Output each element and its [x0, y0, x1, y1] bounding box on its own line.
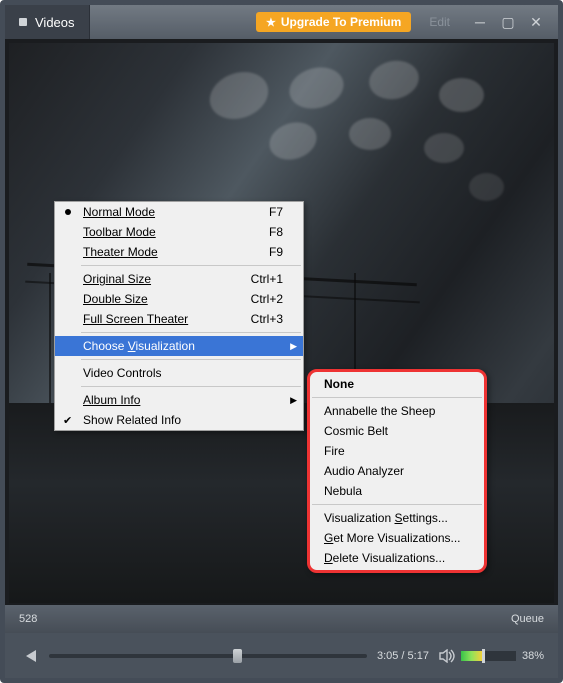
bokeh-light [424, 133, 464, 163]
titlebar: Videos ★ Upgrade To Premium Edit ─ ▢ ✕ [5, 5, 558, 39]
shortcut: F7 [269, 205, 283, 219]
volume-icon[interactable] [439, 649, 455, 663]
submenu-label: Fire [324, 444, 345, 458]
submenu-item-none[interactable]: None [310, 374, 484, 394]
radio-selected-icon [65, 209, 71, 215]
menu-item-full-screen-theater[interactable]: Full Screen Theater Ctrl+3 [55, 309, 303, 329]
tab-videos[interactable]: Videos [5, 5, 90, 39]
shortcut: Ctrl+1 [251, 272, 283, 286]
check-icon: ✔ [63, 414, 72, 427]
prev-icon [22, 650, 36, 662]
menu-separator [312, 397, 482, 398]
menu-item-double-size[interactable]: Double Size Ctrl+2 [55, 289, 303, 309]
submenu-label: Audio Analyzer [324, 464, 404, 478]
submenu-item-annabelle[interactable]: Annabelle the Sheep [310, 401, 484, 421]
close-button[interactable]: ✕ [522, 11, 550, 33]
menu-item-choose-visualization[interactable]: Choose Visualization ▶ [55, 336, 303, 356]
seek-bar[interactable] [49, 647, 367, 665]
menu-label: Toolbar Mode [83, 225, 156, 239]
bokeh-light [366, 56, 423, 104]
shortcut: F8 [269, 225, 283, 239]
submenu-label: Nebula [324, 484, 362, 498]
volume-fill [461, 651, 482, 661]
menu-separator [81, 359, 301, 360]
menu-label: Choose Visualization [83, 339, 195, 353]
seek-knob[interactable] [233, 649, 242, 663]
volume-percent: 38% [522, 650, 544, 662]
maximize-button[interactable]: ▢ [494, 11, 522, 33]
menu-label: Theater Mode [83, 245, 158, 259]
context-menu: Normal Mode F7 Toolbar Mode F8 Theater M… [54, 201, 304, 431]
app-window: Videos ★ Upgrade To Premium Edit ─ ▢ ✕ [0, 0, 563, 683]
submenu-label: Annabelle the Sheep [324, 404, 435, 418]
shortcut: Ctrl+2 [251, 292, 283, 306]
seek-track [49, 654, 367, 658]
submenu-arrow-icon: ▶ [290, 395, 297, 406]
submenu-label: None [324, 377, 354, 391]
menu-label: Video Controls [83, 366, 162, 380]
menu-item-show-related-info[interactable]: ✔ Show Related Info [55, 410, 303, 430]
submenu-arrow-icon: ▶ [290, 341, 297, 352]
menu-item-album-info[interactable]: Album Info ▶ [55, 390, 303, 410]
submenu-label: Visualization Settings... [324, 511, 448, 525]
menu-label: Album Info [83, 393, 140, 407]
volume-row: 38% [439, 649, 544, 663]
volume-bar[interactable] [461, 651, 516, 661]
menu-separator [312, 504, 482, 505]
bokeh-light [469, 173, 504, 201]
submenu-label: Delete Visualizations... [324, 551, 445, 565]
shortcut: F9 [269, 245, 283, 259]
video-area[interactable]: Normal Mode F7 Toolbar Mode F8 Theater M… [5, 39, 558, 605]
submenu-item-nebula[interactable]: Nebula [310, 481, 484, 501]
menu-item-theater-mode[interactable]: Theater Mode F9 [55, 242, 303, 262]
queue-button[interactable]: Queue [511, 613, 544, 625]
submenu-label: Get More Visualizations... [324, 531, 461, 545]
bokeh-light [439, 78, 484, 112]
time-display: 3:05 / 5:17 [377, 650, 429, 662]
menu-separator [81, 332, 301, 333]
menu-item-video-controls[interactable]: Video Controls [55, 363, 303, 383]
menu-label: Double Size [83, 292, 148, 306]
menu-item-original-size[interactable]: Original Size Ctrl+1 [55, 269, 303, 289]
menu-label: Show Related Info [83, 413, 181, 427]
bottom-panel: 528 Queue 3:05 / 5:17 38% [5, 605, 558, 678]
menu-label: Original Size [83, 272, 151, 286]
minimize-button[interactable]: ─ [466, 11, 494, 33]
submenu-item-delete-visualizations[interactable]: Delete Visualizations... [310, 548, 484, 568]
shortcut: Ctrl+3 [251, 312, 283, 326]
bokeh-light [265, 116, 322, 165]
bokeh-light [285, 62, 348, 115]
upgrade-premium-button[interactable]: ★ Upgrade To Premium [256, 12, 411, 32]
menu-label: Normal Mode [83, 205, 155, 219]
menu-item-toolbar-mode[interactable]: Toolbar Mode F8 [55, 222, 303, 242]
menu-item-normal-mode[interactable]: Normal Mode F7 [55, 202, 303, 222]
tab-icon [19, 18, 27, 26]
bokeh-light [349, 118, 391, 150]
submenu-item-get-more-visualizations[interactable]: Get More Visualizations... [310, 528, 484, 548]
submenu-item-cosmic-belt[interactable]: Cosmic Belt [310, 421, 484, 441]
submenu-item-visualization-settings[interactable]: Visualization Settings... [310, 508, 484, 528]
prev-button[interactable] [19, 646, 39, 666]
status-bar: 528 Queue [5, 605, 558, 633]
submenu-label: Cosmic Belt [324, 424, 388, 438]
window-buttons: ─ ▢ ✕ [466, 11, 550, 33]
star-icon: ★ [266, 16, 276, 29]
visualization-submenu: None Annabelle the Sheep Cosmic Belt Fir… [307, 369, 487, 573]
menu-label: Full Screen Theater [83, 312, 188, 326]
menu-separator [81, 265, 301, 266]
tab-label: Videos [35, 15, 75, 30]
edit-button[interactable]: Edit [421, 12, 458, 32]
submenu-item-fire[interactable]: Fire [310, 441, 484, 461]
playback-controls: 3:05 / 5:17 38% [5, 633, 558, 678]
volume-knob[interactable] [482, 649, 485, 663]
bokeh-light [203, 64, 275, 127]
menu-separator [81, 386, 301, 387]
status-left: 528 [19, 613, 37, 625]
submenu-item-audio-analyzer[interactable]: Audio Analyzer [310, 461, 484, 481]
premium-label: Upgrade To Premium [281, 15, 401, 29]
